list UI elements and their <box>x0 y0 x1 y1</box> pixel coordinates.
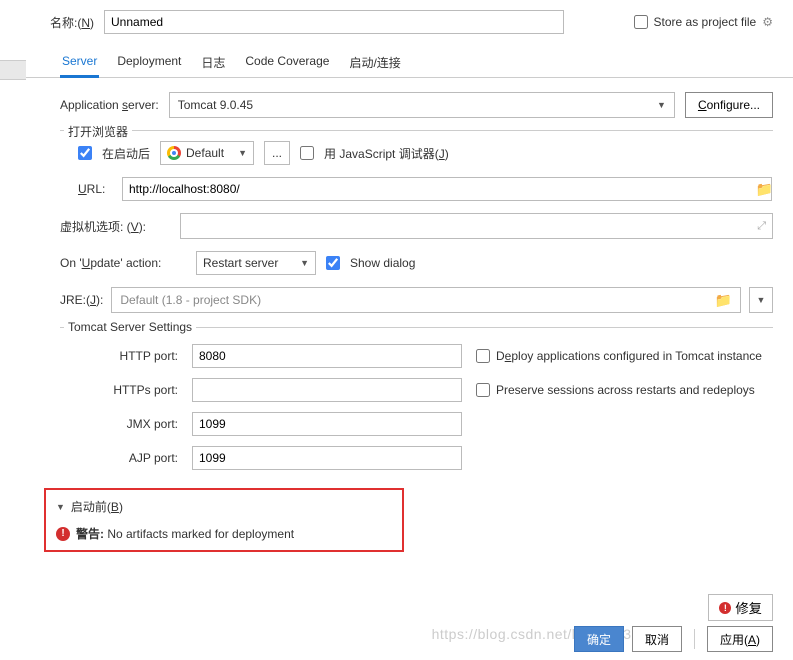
jre-dropdown-button[interactable]: ▼ <box>749 287 773 313</box>
store-checkbox[interactable] <box>634 15 648 29</box>
gear-icon[interactable]: ⚙ <box>762 15 773 29</box>
jmx-port-label: JMX port: <box>78 417 178 431</box>
tab-coverage[interactable]: Code Coverage <box>243 50 331 77</box>
after-launch-checkbox[interactable] <box>78 146 92 160</box>
chevron-down-icon: ▼ <box>238 148 247 158</box>
deploy-tomcat-checkbox[interactable] <box>476 349 490 363</box>
jmx-port-input[interactable] <box>192 412 462 436</box>
update-action-select[interactable]: Restart server ▼ <box>196 251 316 275</box>
preserve-sessions-label: Preserve sessions across restarts and re… <box>496 383 755 397</box>
tab-logs[interactable]: 日志 <box>199 50 227 77</box>
browser-group-title: 打开浏览器 <box>64 123 132 140</box>
error-icon: ! <box>56 527 70 541</box>
fix-button[interactable]: ! 修复 <box>708 594 773 621</box>
expand-icon[interactable]: ⤢ <box>757 220 766 233</box>
tab-startup[interactable]: 启动/连接 <box>347 50 402 77</box>
name-label: 名称:(N) <box>50 14 94 31</box>
app-server-label: Application server: <box>60 98 159 112</box>
ok-button[interactable]: 确定 <box>574 626 624 652</box>
store-label: Store as project file <box>654 15 757 29</box>
before-launch-toggle[interactable]: ▼ 启动前(B) <box>56 498 392 515</box>
https-port-input[interactable] <box>192 378 462 402</box>
warning-box: ▼ 启动前(B) ! 警告: No artifacts marked for d… <box>44 488 404 552</box>
show-dialog-label: Show dialog <box>350 256 415 270</box>
http-port-input[interactable] <box>192 344 462 368</box>
https-port-label: HTTPs port: <box>78 383 178 397</box>
jre-select[interactable]: Default (1.8 - project SDK) 📁 <box>111 287 741 313</box>
show-dialog-checkbox[interactable] <box>326 256 340 270</box>
js-debugger-label: 用 JavaScript 调试器(J) <box>324 145 449 162</box>
jre-label: JRE:(J): <box>60 293 103 307</box>
vm-options-input[interactable]: ⤢ <box>180 213 773 239</box>
chrome-icon <box>167 146 181 160</box>
chevron-down-icon: ▼ <box>657 100 666 110</box>
chevron-down-icon: ▼ <box>300 258 309 268</box>
ajp-port-input[interactable] <box>192 446 462 470</box>
tab-server[interactable]: Server <box>60 50 99 78</box>
app-server-select[interactable]: Tomcat 9.0.45 ▼ <box>169 92 675 118</box>
tab-bar: Server Deployment 日志 Code Coverage 启动/连接 <box>0 42 793 78</box>
browser-more-button[interactable]: ... <box>264 141 290 165</box>
update-action-label: On 'Update' action: <box>60 256 186 270</box>
browser-select[interactable]: Default ▼ <box>160 141 254 165</box>
url-label: URL: <box>78 182 112 196</box>
url-input[interactable] <box>122 177 772 201</box>
folder-icon[interactable]: 📁 <box>715 292 732 309</box>
configure-button[interactable]: Configure... <box>685 92 773 118</box>
tomcat-settings-title: Tomcat Server Settings <box>64 320 196 334</box>
warning-text: 警告: No artifacts marked for deployment <box>76 525 294 542</box>
name-input[interactable] <box>104 10 564 34</box>
preserve-sessions-checkbox[interactable] <box>476 383 490 397</box>
js-debugger-checkbox[interactable] <box>300 146 314 160</box>
ajp-port-label: AJP port: <box>78 451 178 465</box>
after-launch-label: 在启动后 <box>102 145 150 162</box>
side-panel-stub <box>0 60 26 80</box>
deploy-tomcat-label: Deploy applications configured in Tomcat… <box>496 349 762 363</box>
folder-icon[interactable]: 📁 <box>756 181 773 198</box>
vm-options-label: 虚拟机选项: (V): <box>60 218 170 235</box>
triangle-down-icon: ▼ <box>56 502 65 512</box>
http-port-label: HTTP port: <box>78 349 178 363</box>
cancel-button[interactable]: 取消 <box>632 626 682 652</box>
tab-deployment[interactable]: Deployment <box>115 50 183 77</box>
error-icon: ! <box>719 602 731 614</box>
apply-button[interactable]: 应用(A) <box>707 626 773 652</box>
